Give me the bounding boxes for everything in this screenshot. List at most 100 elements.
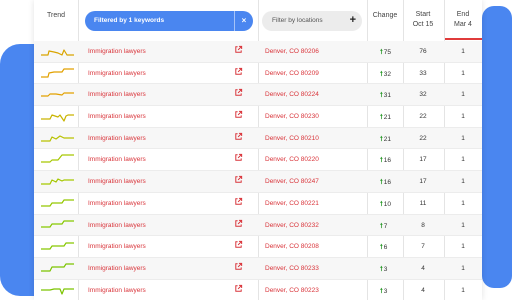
table-row[interactable]: Immigration lawyers Denver, CO 80209 🠕32 33…	[34, 63, 482, 85]
column-header-change[interactable]: Change	[368, 12, 402, 19]
change-number: 21	[383, 114, 392, 122]
keyword-link[interactable]: Immigration lawyers	[88, 113, 146, 120]
change-value: 🠕21	[380, 135, 391, 146]
table-row[interactable]: Immigration lawyers Denver, CO 80206 🠕75 76…	[34, 41, 482, 63]
table-row[interactable]: Immigration lawyers Denver, CO 80220 🠕16 17…	[34, 149, 482, 172]
external-link-icon[interactable]	[234, 175, 243, 184]
arrow-up-icon: 🠕	[380, 70, 383, 78]
external-link-icon[interactable]	[234, 153, 243, 162]
change-value: 🠕3	[380, 265, 387, 276]
plus-icon[interactable]: +	[350, 14, 356, 26]
trend-sparkline	[41, 154, 74, 164]
start-rank: 76	[419, 48, 427, 55]
trend-line	[41, 263, 74, 272]
location-link[interactable]: Denver, CO 80206	[265, 48, 319, 55]
external-link-icon[interactable]	[234, 262, 243, 271]
external-link-icon[interactable]	[234, 284, 243, 293]
external-link-icon[interactable]	[234, 110, 243, 119]
location-link[interactable]: Denver, CO 80220	[265, 156, 319, 163]
change-number: 3	[383, 265, 388, 273]
end-rank: 1	[461, 69, 465, 77]
trend-sparkline	[41, 135, 74, 142]
table-row[interactable]: Immigration lawyers Denver, CO 80221 🠕10 11…	[34, 193, 482, 215]
trend-sparkline	[41, 219, 74, 228]
keyword-link[interactable]: Immigration lawyers	[88, 287, 146, 294]
keyword-link[interactable]: Immigration lawyers	[88, 178, 146, 185]
keyword-filter-chip[interactable]: Filtered by 1 keywords ×	[85, 11, 253, 31]
column-header-end-label: End	[456, 11, 470, 18]
arrow-up-icon: 🠕	[380, 200, 383, 208]
end-rank: 1	[461, 286, 465, 294]
location-link[interactable]: Denver, CO 80223	[265, 287, 319, 294]
keyword-link[interactable]: Immigration lawyers	[88, 48, 146, 55]
change-value: 🠕16	[380, 156, 391, 167]
location-link[interactable]: Denver, CO 80221	[265, 200, 319, 207]
trend-sparkline	[41, 263, 74, 272]
change-number: 6	[383, 244, 388, 252]
keyword-link[interactable]: Immigration lawyers	[88, 70, 146, 77]
trend-sparkline	[41, 199, 74, 207]
location-filter-chip[interactable]: Filter by locations +	[262, 11, 362, 31]
external-link-icon[interactable]	[234, 67, 243, 76]
table-row[interactable]: Immigration lawyers Denver, CO 80208 🠕6 7 1	[34, 236, 482, 258]
change-value: 🠕3	[380, 287, 387, 298]
change-number: 3	[383, 287, 388, 295]
change-number: 7	[383, 222, 388, 230]
end-rank: 1	[461, 113, 465, 121]
location-link[interactable]: Denver, CO 80224	[265, 91, 319, 98]
end-rank: 1	[461, 48, 465, 55]
external-link-icon[interactable]	[234, 240, 243, 249]
change-value: 🠕16	[380, 178, 391, 189]
end-rank: 1	[461, 199, 465, 207]
trend-sparkline	[41, 68, 74, 78]
trend-line	[41, 49, 74, 56]
location-link[interactable]: Denver, CO 80210	[265, 135, 319, 142]
close-icon[interactable]: ×	[234, 11, 253, 31]
table-row[interactable]: Immigration lawyers Denver, CO 80224 🠕31 32…	[34, 84, 482, 107]
change-number: 31	[383, 92, 392, 100]
rankings-table-card: Trend Filtered by 1 keywords × Filter by…	[34, 0, 482, 300]
change-value: 🠕10	[380, 200, 391, 211]
table-row[interactable]: Immigration lawyers Denver, CO 80210 🠕21 22…	[34, 127, 482, 150]
table-row[interactable]: Immigration lawyers Denver, CO 80223 🠕3 4 1	[34, 280, 482, 300]
change-number: 16	[383, 157, 392, 165]
table-row[interactable]: Immigration lawyers Denver, CO 80247 🠕16 17…	[34, 171, 482, 193]
table-row[interactable]: Immigration lawyers Denver, CO 80233 🠕3 4 1	[34, 257, 482, 280]
change-number: 21	[383, 135, 392, 143]
external-link-icon[interactable]	[234, 197, 243, 206]
keyword-link[interactable]: Immigration lawyers	[88, 135, 146, 142]
start-rank: 22	[419, 134, 427, 142]
trend-line	[41, 199, 74, 207]
column-header-trend: Trend	[46, 12, 66, 19]
keyword-link[interactable]: Immigration lawyers	[88, 91, 146, 98]
table-row[interactable]: Immigration lawyers Denver, CO 80230 🠕21 22…	[34, 106, 482, 128]
external-link-icon[interactable]	[234, 45, 243, 54]
keyword-link[interactable]: Immigration lawyers	[88, 222, 146, 229]
arrow-up-icon: 🠕	[380, 179, 383, 187]
arrow-up-icon: 🠕	[380, 265, 383, 273]
arrow-up-icon: 🠕	[380, 287, 383, 295]
trend-line	[41, 154, 74, 164]
table-row[interactable]: Immigration lawyers Denver, CO 80232 🠕7 8 1	[34, 214, 482, 237]
location-link[interactable]: Denver, CO 80233	[265, 265, 319, 272]
keyword-link[interactable]: Immigration lawyers	[88, 156, 146, 163]
keyword-link[interactable]: Immigration lawyers	[88, 243, 146, 250]
external-link-icon[interactable]	[234, 132, 243, 141]
location-link[interactable]: Denver, CO 80230	[265, 113, 319, 120]
change-value: 🠕75	[380, 48, 391, 59]
location-link[interactable]: Denver, CO 80247	[265, 178, 319, 185]
external-link-icon[interactable]	[234, 219, 243, 228]
end-rank: 1	[461, 91, 465, 99]
keyword-link[interactable]: Immigration lawyers	[88, 265, 146, 272]
start-rank: 8	[421, 221, 425, 229]
external-link-icon[interactable]	[234, 88, 243, 97]
column-header-start[interactable]: Start Oct 15	[403, 10, 443, 30]
column-header-end[interactable]: End Mar 4	[444, 10, 482, 30]
location-link[interactable]: Denver, CO 80208	[265, 243, 319, 250]
end-rank: 1	[461, 156, 465, 164]
location-link[interactable]: Denver, CO 80232	[265, 222, 319, 229]
arrow-up-icon: 🠕	[380, 49, 383, 56]
keyword-link[interactable]: Immigration lawyers	[88, 200, 146, 207]
location-link[interactable]: Denver, CO 80209	[265, 70, 319, 77]
trend-line	[41, 178, 74, 185]
